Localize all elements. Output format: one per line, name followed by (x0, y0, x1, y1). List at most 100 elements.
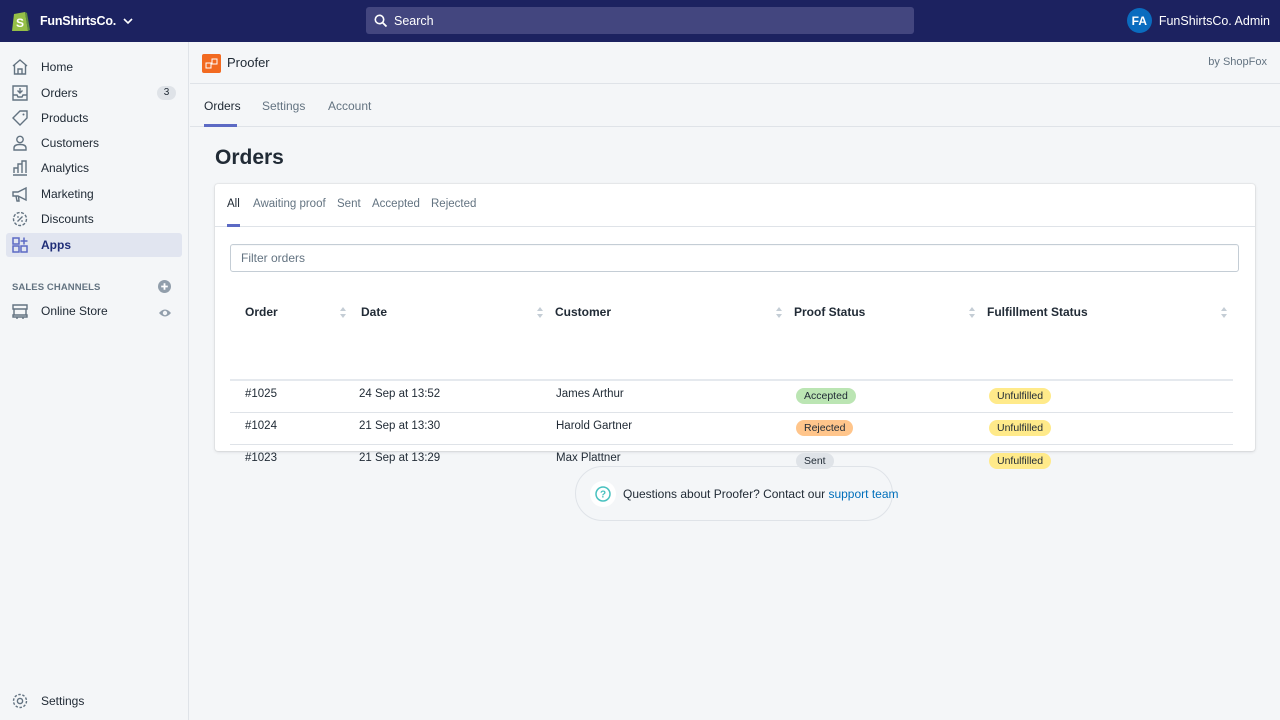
tab-settings[interactable]: Settings (262, 99, 305, 113)
sidebar-item-customers[interactable]: Customers (6, 131, 182, 155)
sidebar-item-marketing[interactable]: Marketing (6, 182, 182, 206)
sort-icon[interactable] (776, 307, 782, 318)
orders-icon (12, 85, 28, 101)
header-divider (230, 379, 1233, 381)
sidebar-item-settings[interactable]: Settings (6, 689, 182, 713)
top-bar: S FunShirtsCo. Search FA FunShirtsCo. Ad… (0, 0, 1280, 42)
filter-tab-awaiting-proof[interactable]: Awaiting proof (253, 198, 326, 210)
fulfillment-status-badge: Unfulfilled (989, 388, 1052, 404)
discount-icon (12, 211, 28, 227)
svg-text:S: S (16, 16, 24, 30)
apps-icon (12, 237, 28, 253)
fulfillment-status-badge: Unfulfilled (989, 453, 1052, 469)
megaphone-icon (12, 186, 27, 202)
sidebar-item-label: Products (41, 111, 89, 125)
search-input[interactable]: Search (366, 7, 914, 34)
bar-chart-icon (13, 160, 27, 176)
main-content: Proofer by ShopFox Orders Settings Accou… (190, 42, 1280, 720)
help-icon: ? (590, 481, 616, 507)
orders-card: All Awaiting proof Sent Accepted Rejecte… (215, 184, 1255, 469)
order-date: 21 Sep at 13:29 (359, 452, 441, 464)
customer-name: James Arthur (556, 388, 624, 400)
column-header-date[interactable]: Date (361, 305, 387, 319)
sidebar-item-apps[interactable]: Apps (6, 233, 182, 257)
sidebar-item-label: Orders (41, 86, 78, 100)
store-switcher[interactable]: S FunShirtsCo. (11, 8, 134, 34)
sidebar-item-label: Online Store (41, 304, 108, 318)
order-number[interactable]: #1023 (245, 452, 277, 464)
sidebar-item-products[interactable]: Products (6, 106, 182, 130)
shopify-logo-icon: S (12, 12, 30, 31)
app-name: Proofer (227, 55, 270, 70)
sidebar-item-label: Apps (41, 238, 71, 252)
sidebar-item-analytics[interactable]: Analytics (6, 156, 182, 180)
column-header-proof-status[interactable]: Proof Status (794, 305, 865, 319)
sidebar-item-label: Analytics (41, 161, 90, 175)
gear-icon (12, 693, 28, 709)
order-date: 21 Sep at 13:30 (359, 420, 441, 432)
eye-icon[interactable] (158, 307, 172, 319)
sidebar-item-label: Marketing (41, 187, 94, 201)
search-placeholder: Search (394, 13, 434, 28)
help-message: Questions about Proofer? Contact our (623, 487, 829, 501)
chevron-down-icon (123, 18, 133, 25)
proofer-logo-icon (202, 54, 221, 73)
customer-name: Harold Gartner (556, 420, 633, 432)
filter-orders-input[interactable] (230, 244, 1239, 272)
sort-icon[interactable] (1221, 307, 1227, 318)
order-date: 24 Sep at 13:52 (359, 388, 441, 400)
orders-count-badge: 3 (157, 86, 176, 100)
store-icon (12, 304, 28, 319)
filter-tabs: All Awaiting proof Sent Accepted Rejecte… (215, 184, 1255, 227)
active-filter-indicator (227, 224, 240, 227)
filter-tab-sent[interactable]: Sent (337, 198, 361, 210)
help-text: Questions about Proofer? Contact our sup… (623, 487, 899, 501)
support-team-link[interactable]: support team (828, 487, 898, 501)
user-name: FunShirtsCo. Admin (1158, 13, 1270, 28)
sort-icon[interactable] (340, 307, 346, 318)
filter-tab-rejected[interactable]: Rejected (431, 198, 476, 210)
active-tab-indicator (204, 124, 237, 127)
home-icon (12, 59, 28, 75)
sidebar-item-label: Discounts (41, 212, 94, 226)
svg-text:?: ? (600, 490, 606, 501)
app-developer[interactable]: by ShopFox (1208, 56, 1267, 68)
sidebar-item-label: Customers (41, 136, 100, 150)
customer-name: Max Plattner (556, 452, 621, 464)
app-header: Proofer by ShopFox (190, 42, 1280, 84)
filter-tab-all[interactable]: All (227, 198, 240, 210)
person-icon (13, 135, 27, 151)
sidebar-item-orders[interactable]: Orders 3 (6, 81, 182, 105)
sidebar-item-label: Home (41, 60, 74, 74)
sales-channels-heading: SALES CHANNELS (12, 282, 101, 293)
app-tabs: Orders Settings Account (190, 85, 1280, 127)
search-icon (374, 14, 388, 27)
sidebar: Home Orders 3 Products Customers Analyti… (0, 42, 189, 720)
column-header-fulfillment-status[interactable]: Fulfillment Status (987, 305, 1088, 319)
fulfillment-status-badge: Unfulfilled (989, 420, 1052, 436)
filter-tab-accepted[interactable]: Accepted (372, 198, 420, 210)
tab-orders[interactable]: Orders (204, 99, 241, 113)
add-sales-channel-icon[interactable] (158, 280, 171, 293)
sort-icon[interactable] (969, 307, 975, 318)
sidebar-item-online-store[interactable]: Online Store (6, 299, 182, 323)
avatar: FA (1126, 8, 1152, 33)
order-number[interactable]: #1025 (245, 388, 277, 400)
proof-status-badge: Accepted (796, 388, 856, 404)
tab-account[interactable]: Account (328, 99, 371, 113)
help-footer: ? Questions about Proofer? Contact our s… (575, 466, 899, 521)
sidebar-item-label: Settings (41, 694, 85, 708)
sidebar-item-discounts[interactable]: Discounts (6, 207, 182, 231)
proof-status-badge: Rejected (796, 420, 854, 436)
column-header-order[interactable]: Order (245, 305, 278, 319)
store-name: FunShirtsCo. (40, 14, 117, 28)
order-number[interactable]: #1024 (245, 420, 277, 432)
page-title: Orders (215, 146, 284, 169)
sort-icon[interactable] (537, 307, 543, 318)
column-header-customer[interactable]: Customer (555, 305, 611, 319)
row-divider (230, 444, 1233, 445)
tag-icon (12, 110, 28, 126)
user-menu[interactable]: FA FunShirtsCo. Admin (1126, 8, 1270, 33)
row-divider (230, 412, 1233, 413)
sidebar-item-home[interactable]: Home (6, 55, 182, 79)
